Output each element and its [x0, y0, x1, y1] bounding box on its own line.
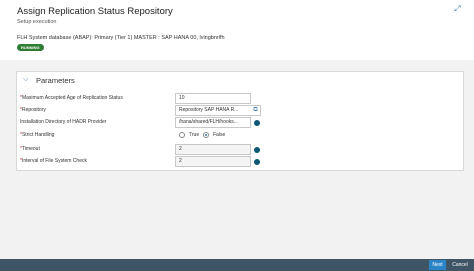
page-title: Assign Replication Status Repository: [17, 6, 173, 17]
next-button[interactable]: Next: [429, 260, 446, 270]
param-row-interval: *Interval of File System Check 2: [17, 156, 463, 167]
chevron-down-icon[interactable]: ⌵: [23, 76, 28, 84]
timeout-label-text: Timeout: [21, 146, 40, 152]
panel-header: ⌵ Parameters: [17, 72, 463, 90]
page-subtitle: Setup execution: [17, 19, 57, 25]
strict-true-radio[interactable]: [179, 132, 185, 138]
param-row-timeout: *Timeout 2: [17, 144, 463, 155]
page-header: Assign Replication Status Repository Set…: [0, 0, 474, 60]
status-badge: RUNNING: [17, 44, 44, 51]
param-row-strict: *Strict Handling True False: [17, 130, 463, 141]
strict-false-radio[interactable]: [203, 132, 209, 138]
panel-title: Parameters: [36, 76, 75, 85]
info-dot-icon[interactable]: [254, 147, 260, 153]
strict-false-label: False: [213, 132, 226, 138]
param-row-repository: *Repository Repository SAP HANA R... ⧉: [17, 105, 463, 116]
value-help-icon[interactable]: ⧉: [251, 106, 260, 115]
install-dir-label: Installation Directory of HADR Provider: [20, 119, 107, 125]
interval-label: *Interval of File System Check: [20, 158, 87, 164]
param-row-max-age: *Maximum Accepted Age of Replication Sta…: [17, 93, 463, 104]
param-row-install-dir: Installation Directory of HADR Provider …: [17, 117, 463, 128]
system-info: FLH System database (ABAP): Primary (Tie…: [17, 35, 225, 41]
repository-label-text: Repository: [21, 107, 46, 113]
repository-input[interactable]: Repository SAP HANA R...: [175, 105, 261, 116]
max-age-label-text: Maximum Accepted Age of Replication Stat…: [21, 95, 123, 101]
parameters-panel: ⌵ Parameters *Maximum Accepted Age of Re…: [16, 71, 464, 171]
repository-label: *Repository: [20, 107, 46, 113]
max-age-input[interactable]: 10: [175, 93, 251, 104]
info-dot-icon[interactable]: [254, 159, 260, 165]
expand-icon[interactable]: ⤢: [453, 4, 462, 13]
install-dir-input[interactable]: /hana/shared/FLH/hooks...: [175, 117, 251, 128]
timeout-label: *Timeout: [20, 146, 40, 152]
interval-input[interactable]: 2: [175, 156, 251, 167]
strict-label: *Strict Handling: [20, 132, 54, 138]
strict-true-label: True: [189, 132, 200, 138]
strict-label-text: Strict Handling: [21, 132, 55, 138]
interval-label-text: Interval of File System Check: [21, 158, 87, 164]
footer-bar: Next Cancel: [0, 259, 474, 271]
cancel-button[interactable]: Cancel: [450, 260, 470, 270]
max-age-label: *Maximum Accepted Age of Replication Sta…: [20, 95, 123, 101]
timeout-input[interactable]: 2: [175, 144, 251, 155]
info-dot-icon[interactable]: [254, 120, 260, 126]
